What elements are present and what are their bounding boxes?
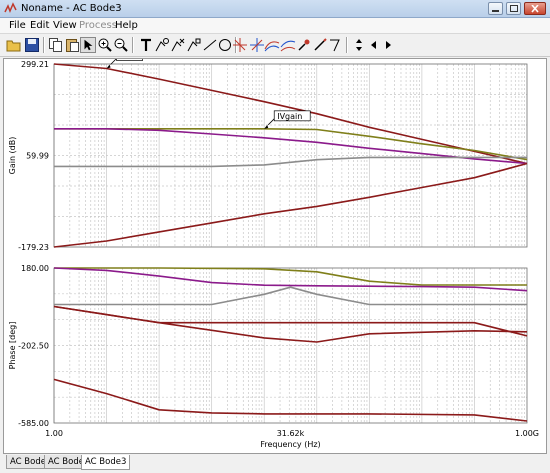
series-line (54, 128, 528, 161)
zoom-out-icon[interactable] (113, 37, 129, 53)
x-tick-label: 1.00 (45, 429, 63, 438)
minimize-icon (492, 10, 499, 12)
move-up-icon[interactable] (351, 37, 367, 53)
y-tick-label: 59.99 (26, 152, 49, 161)
series-line (54, 156, 527, 168)
step-right-icon[interactable] (380, 37, 396, 53)
series-line (54, 267, 527, 286)
series-line (53, 162, 528, 248)
series-line (53, 378, 528, 422)
crosshair-red-icon[interactable] (232, 37, 248, 53)
bode-plot: 299.21 59.99 -179.23 Gain (dB) Gain IVgain 180… (8, 59, 539, 449)
trace-1-icon[interactable] (264, 37, 280, 53)
line-icon[interactable] (202, 37, 218, 53)
y-tick-label: 180.00 (21, 264, 49, 273)
series-line (54, 128, 528, 165)
pointer-icon[interactable] (80, 37, 96, 53)
menu-view[interactable]: View (53, 20, 77, 31)
series-line (54, 286, 527, 306)
annotation-leader (267, 118, 275, 126)
y-tick-label: -202.50 (18, 342, 49, 351)
x-axis-label: Frequency (Hz) (260, 440, 320, 449)
close-button[interactable] (524, 2, 546, 15)
text-icon[interactable] (138, 37, 154, 53)
toolbar-separator (346, 37, 348, 53)
circle-icon[interactable] (217, 37, 233, 53)
x-tick-label: 1.00G (515, 429, 539, 438)
close-icon (531, 5, 539, 13)
tab-ac-bode3[interactable]: AC Bode3 (81, 455, 131, 470)
y-tick-label: -179.23 (18, 243, 49, 252)
menu-file[interactable]: File (9, 20, 26, 31)
angle-icon[interactable] (328, 37, 344, 53)
marker-icon[interactable] (296, 37, 312, 53)
y-tick-label: 299.21 (21, 60, 49, 69)
bode-plot-panel: 299.21 59.99 -179.23 Gain (dB) Gain IVgain 180… (3, 58, 547, 454)
tab-bar: AC Bode1 AC Bode2 AC Bode3 (0, 454, 550, 473)
toolbar-separator (132, 37, 134, 53)
copy-icon[interactable] (48, 37, 64, 53)
annotation-label: IVgain (277, 112, 302, 121)
paste-icon[interactable] (64, 37, 80, 53)
title-bar: Noname - AC Bode3 (0, 0, 550, 18)
window-controls (488, 2, 546, 16)
annotation-arrow (106, 64, 111, 69)
toolbar (0, 34, 550, 57)
crosshair-blue-icon[interactable] (249, 37, 265, 53)
open-file-icon[interactable] (6, 37, 22, 53)
menu-bar: File Edit View Process Help (0, 18, 550, 34)
menu-edit[interactable]: Edit (30, 20, 49, 31)
annotation-label: Gain (120, 59, 138, 61)
zoom-in-icon[interactable] (97, 37, 113, 53)
cursor-1-icon[interactable] (154, 37, 170, 53)
y-axis-label: Gain (dB) (8, 137, 17, 175)
app-icon (4, 2, 17, 13)
menu-process[interactable]: Process (79, 20, 117, 31)
pen-icon[interactable] (312, 37, 328, 53)
maximize-icon (510, 5, 518, 12)
series-line (53, 305, 528, 343)
save-icon[interactable] (24, 37, 40, 53)
cursor-3-icon[interactable] (186, 37, 202, 53)
trace-2-icon[interactable] (280, 37, 296, 53)
minimize-button[interactable] (488, 2, 503, 15)
y-tick-label: -585.00 (18, 419, 49, 428)
x-tick-label: 31.62k (277, 429, 305, 438)
toolbar-separator (43, 37, 45, 53)
window-title: Noname - AC Bode3 (21, 3, 122, 14)
maximize-button[interactable] (506, 2, 521, 15)
y-axis-label: Phase [deg] (8, 322, 17, 370)
cursor-2-icon[interactable] (170, 37, 186, 53)
menu-help[interactable]: Help (115, 20, 138, 31)
